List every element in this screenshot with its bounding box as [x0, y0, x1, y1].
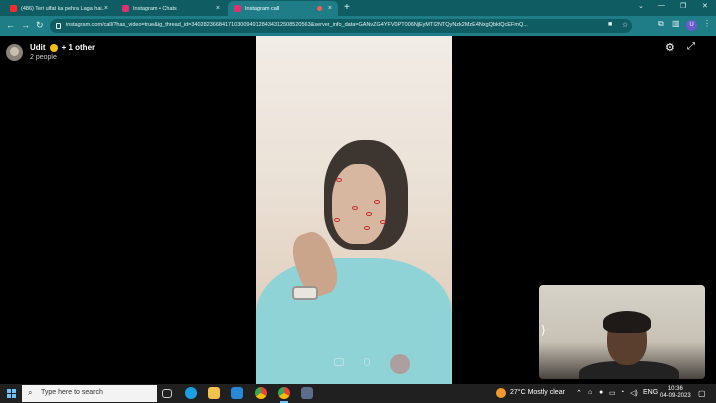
search-icon: ⌕ — [28, 388, 33, 397]
recording-indicator-icon — [316, 6, 322, 11]
end-call-button[interactable] — [390, 354, 410, 374]
file-explorer-icon[interactable] — [208, 387, 220, 399]
mic-toggle-icon[interactable] — [364, 358, 370, 366]
video-face-shape — [332, 164, 386, 244]
lipstick-mark-icon — [336, 178, 342, 182]
fullscreen-icon[interactable]: ⤢ — [687, 41, 695, 52]
extensions-icon[interactable]: ⧉ — [658, 19, 664, 29]
bookmark-star-icon[interactable]: ☆ — [622, 21, 628, 29]
language-indicator[interactable]: ENG — [643, 389, 658, 396]
close-window-button[interactable]: ✕ — [702, 2, 708, 10]
edge-icon[interactable] — [185, 387, 197, 399]
caller-avatar — [6, 44, 23, 61]
camera-toggle-icon[interactable] — [334, 358, 344, 366]
close-tab-icon[interactable]: × — [216, 5, 220, 12]
chrome-icon[interactable] — [255, 387, 267, 399]
tab-search-icon[interactable]: ⌄ — [638, 2, 644, 10]
youtube-icon — [10, 5, 17, 12]
taskbar-search-box[interactable]: ⌕ Type here to search — [22, 385, 157, 402]
browser-tab-strip: (486) Teri ulfat ka pehra Laga hai... × … — [0, 0, 716, 16]
camera-app-icon[interactable] — [301, 387, 313, 399]
video-watch-shape — [292, 286, 318, 300]
browser-toolbar: ← → ↻ instagram.com/call/?has_video=true… — [0, 16, 716, 36]
network-icon[interactable]: ⌂ — [588, 389, 592, 396]
instagram-icon — [122, 5, 129, 12]
tab-title: (486) Teri ulfat ka pehra Laga hai... — [21, 5, 104, 12]
participant-count: 2 people — [30, 54, 57, 61]
caller-name: Udit — [30, 43, 46, 52]
video-shirt-shape — [256, 258, 452, 384]
lipstick-mark-icon — [380, 220, 386, 224]
weather-text[interactable]: 27°C Mostly clear — [510, 389, 565, 396]
chrome-profile-icon[interactable] — [278, 387, 290, 403]
url-text[interactable]: instagram.com/call/?has_video=true&ig_th… — [66, 22, 596, 28]
notification-icon[interactable]: ▢ — [698, 389, 706, 398]
weather-moon-icon[interactable] — [496, 388, 506, 398]
lock-icon[interactable] — [56, 23, 61, 29]
chevron-up-icon[interactable]: ⌃ — [576, 389, 582, 397]
close-tab-icon[interactable]: × — [104, 5, 108, 12]
windows-start-icon[interactable] — [7, 389, 16, 398]
battery-icon[interactable]: ▭ — [609, 389, 616, 397]
mail-icon[interactable] — [231, 387, 243, 399]
instagram-icon — [234, 5, 241, 12]
instagram-call-view: Udit + 1 other 2 people ⚙ ⤢ ⟩ — [0, 36, 716, 384]
tab-youtube[interactable]: (486) Teri ulfat ka pehra Laga hai... × — [4, 1, 114, 16]
camera-in-use-icon[interactable]: ■ — [608, 21, 612, 28]
caller-others: + 1 other — [61, 43, 96, 52]
minimize-button[interactable]: — — [658, 2, 665, 9]
tab-title: Instagram call — [245, 5, 280, 12]
address-bar[interactable]: instagram.com/call/?has_video=true&ig_th… — [50, 19, 632, 33]
tab-instagram-call[interactable]: Instagram call × — [228, 1, 338, 16]
lipstick-mark-icon — [366, 212, 372, 216]
tab-title: Instagram • Chats — [133, 5, 177, 12]
windows-taskbar: ⌕ Type here to search 27°C Mostly clear … — [0, 384, 716, 403]
task-view-icon[interactable] — [162, 389, 172, 398]
wifi-icon[interactable]: ◔ — [620, 389, 624, 396]
microphone-icon[interactable]: ● — [599, 389, 603, 396]
lipstick-mark-icon — [364, 226, 370, 230]
lipstick-mark-icon — [374, 200, 380, 204]
gear-icon[interactable]: ⚙ — [665, 41, 675, 54]
search-placeholder: Type here to search — [41, 389, 103, 396]
system-clock[interactable]: 10:36 04-09-2023 — [660, 386, 691, 400]
reload-button[interactable]: ↻ — [36, 20, 44, 31]
back-button[interactable]: ← — [6, 20, 15, 30]
volume-icon[interactable]: ◁) — [630, 389, 638, 397]
clock-time: 10:36 — [667, 386, 683, 392]
side-panel-icon[interactable]: ▥ — [672, 19, 680, 28]
self-video-preview[interactable]: ⟩ — [539, 285, 705, 379]
forward-button[interactable]: → — [21, 20, 30, 30]
new-tab-button[interactable]: + — [344, 2, 350, 13]
lipstick-mark-icon — [352, 206, 358, 210]
self-hair-shape — [603, 311, 651, 333]
tab-instagram-chats[interactable]: Instagram • Chats × — [116, 1, 226, 16]
clock-date: 04-09-2023 — [660, 393, 691, 399]
smiley-emoji-icon — [49, 43, 58, 52]
maximize-button[interactable]: ❐ — [680, 2, 686, 10]
remote-video-feed — [256, 36, 452, 384]
close-tab-icon[interactable]: × — [328, 5, 332, 12]
caller-header: Udit + 1 other — [30, 43, 95, 52]
lipstick-mark-icon — [334, 218, 340, 222]
menu-kebab-icon[interactable]: ⋮ — [703, 19, 711, 28]
profile-avatar[interactable]: U — [686, 20, 697, 31]
chevron-right-icon[interactable]: ⟩ — [541, 323, 546, 337]
